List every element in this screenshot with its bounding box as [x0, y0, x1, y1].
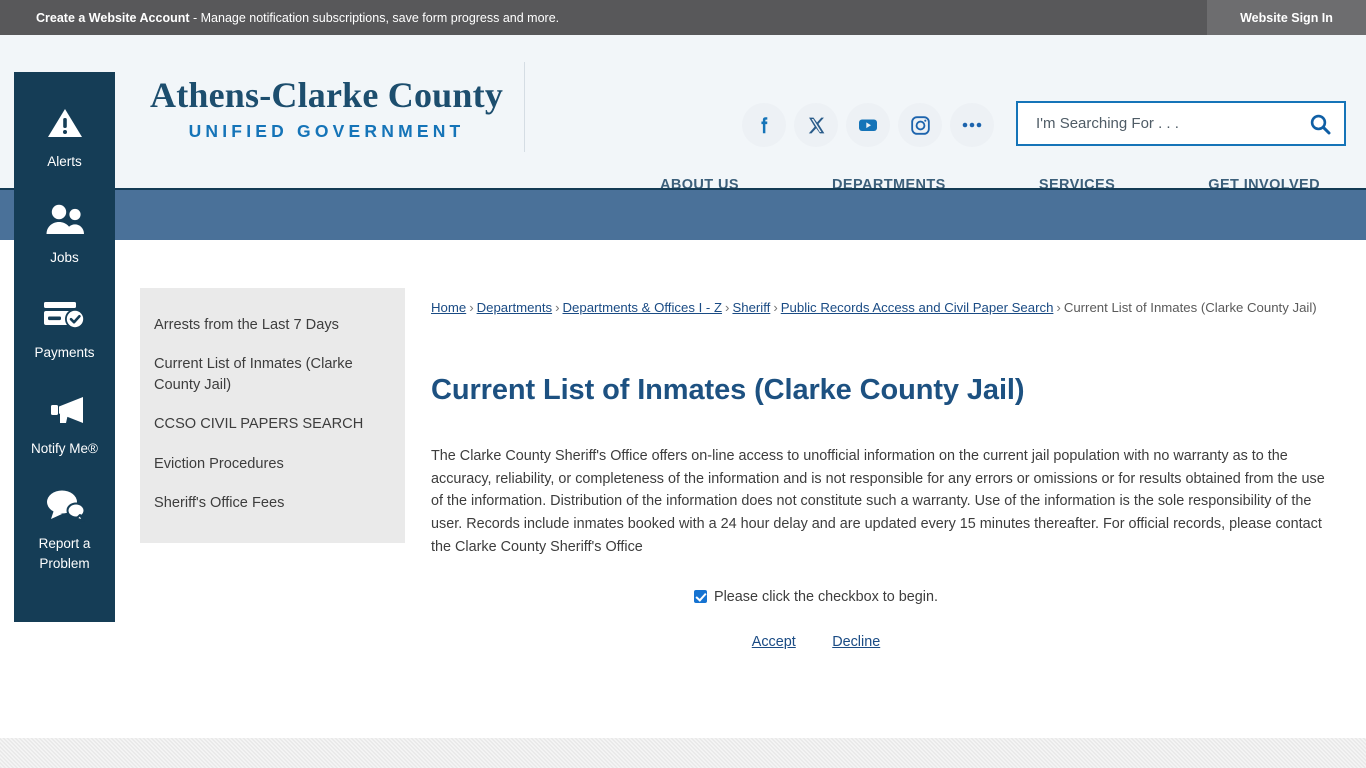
speech-bubbles-icon: [14, 484, 115, 526]
main-content: Home › Departments › Departments & Offices I…: [431, 298, 1331, 651]
logo-primary-text: Athens-Clarke County: [150, 75, 504, 115]
alert-triangle-icon: [14, 102, 115, 144]
logo-secondary-text: UNIFIED GOVERNMENT: [188, 121, 465, 141]
rail-label-alerts: Alerts: [47, 154, 82, 169]
more-icon[interactable]: [950, 103, 994, 147]
sidebar-item-ccso-civil-papers-search[interactable]: CCSO CIVIL PAPERS SEARCH: [140, 405, 405, 444]
rail-item-report-a-problem[interactable]: Report a Problem: [14, 484, 115, 573]
website-sign-in-button[interactable]: Website Sign In: [1207, 0, 1366, 35]
create-account-description: - Manage notification subscriptions, sav…: [189, 10, 560, 25]
breadcrumb: Home › Departments › Departments & Offices I…: [431, 298, 1331, 318]
site-search: [1016, 101, 1346, 146]
breadcrumb-link-departments-offices-i-z[interactable]: Departments & Offices I - Z: [563, 300, 723, 315]
site-logo[interactable]: Athens-Clarke County UNIFIED GOVERNMENT: [150, 77, 503, 142]
breadcrumb-link-public-records-access[interactable]: Public Records Access and Civil Paper Se…: [781, 300, 1054, 315]
rail-item-notify-me[interactable]: Notify Me®: [14, 389, 115, 459]
create-account-link[interactable]: Create a Website Account: [36, 11, 190, 25]
youtube-icon[interactable]: [846, 103, 890, 147]
breadcrumb-separator: ›: [1056, 300, 1061, 315]
secondary-nav-band: [0, 188, 1366, 240]
sidebar-item-current-list-of-inmates[interactable]: Current List of Inmates (Clarke County J…: [140, 345, 405, 405]
breadcrumb-separator: ›: [469, 300, 474, 315]
consent-label: Please click the checkbox to begin.: [714, 588, 938, 605]
search-input[interactable]: [1018, 103, 1296, 144]
instagram-icon[interactable]: [898, 103, 942, 147]
rail-label-notify-me: Notify Me®: [31, 440, 98, 456]
consent-row: Please click the checkbox to begin.: [694, 589, 938, 605]
search-button[interactable]: [1296, 103, 1344, 144]
quick-links-rail: Alerts Jobs Payments Notify Me® Report a…: [14, 72, 115, 622]
credit-card-check-icon: [14, 293, 115, 335]
breadcrumb-current: Current List of Inmates (Clarke County J…: [1063, 300, 1317, 315]
rail-item-jobs[interactable]: Jobs: [14, 198, 115, 268]
breadcrumb-link-sheriff[interactable]: Sheriff: [732, 300, 770, 315]
decline-link[interactable]: Decline: [832, 634, 880, 650]
people-icon: [14, 198, 115, 240]
disclaimer-paragraph: The Clarke County Sheriff's Office offer…: [431, 447, 1325, 555]
sidebar-item-arrests-last-7-days[interactable]: Arrests from the Last 7 Days: [140, 306, 405, 345]
consent-section: Please click the checkbox to begin.: [431, 589, 1201, 609]
megaphone-icon: [14, 389, 115, 431]
breadcrumb-separator: ›: [725, 300, 730, 315]
breadcrumb-link-home[interactable]: Home: [431, 300, 466, 315]
header-divider: [524, 62, 525, 152]
rail-item-alerts[interactable]: Alerts: [14, 102, 115, 172]
consent-actions: Accept Decline: [431, 633, 1201, 651]
page-title: Current List of Inmates (Clarke County J…: [431, 373, 1025, 406]
rail-label-report-a-problem: Report a Problem: [38, 536, 91, 571]
breadcrumb-separator: ›: [773, 300, 778, 315]
breadcrumb-link-departments[interactable]: Departments: [477, 300, 553, 315]
site-header: Athens-Clarke County UNIFIED GOVERNMENT: [0, 35, 1366, 193]
accept-link[interactable]: Accept: [752, 634, 796, 650]
breadcrumb-separator: ›: [555, 300, 560, 315]
facebook-icon[interactable]: [742, 103, 786, 147]
create-account-text[interactable]: Create a Website Account - Manage notifi…: [36, 11, 559, 25]
rail-label-jobs: Jobs: [50, 249, 79, 265]
consent-checkbox[interactable]: [694, 590, 707, 604]
sidebar-item-eviction-procedures[interactable]: Eviction Procedures: [140, 445, 405, 484]
social-links: [742, 103, 994, 147]
top-utility-bar: Create a Website Account - Manage notifi…: [0, 0, 1366, 35]
section-navigation: Arrests from the Last 7 Days Current Lis…: [140, 288, 405, 543]
footer-strip: [0, 738, 1366, 768]
x-twitter-icon[interactable]: [794, 103, 838, 147]
rail-label-payments: Payments: [34, 345, 95, 361]
rail-item-payments[interactable]: Payments: [14, 293, 115, 363]
sidebar-item-sheriffs-office-fees[interactable]: Sheriff's Office Fees: [140, 484, 405, 523]
